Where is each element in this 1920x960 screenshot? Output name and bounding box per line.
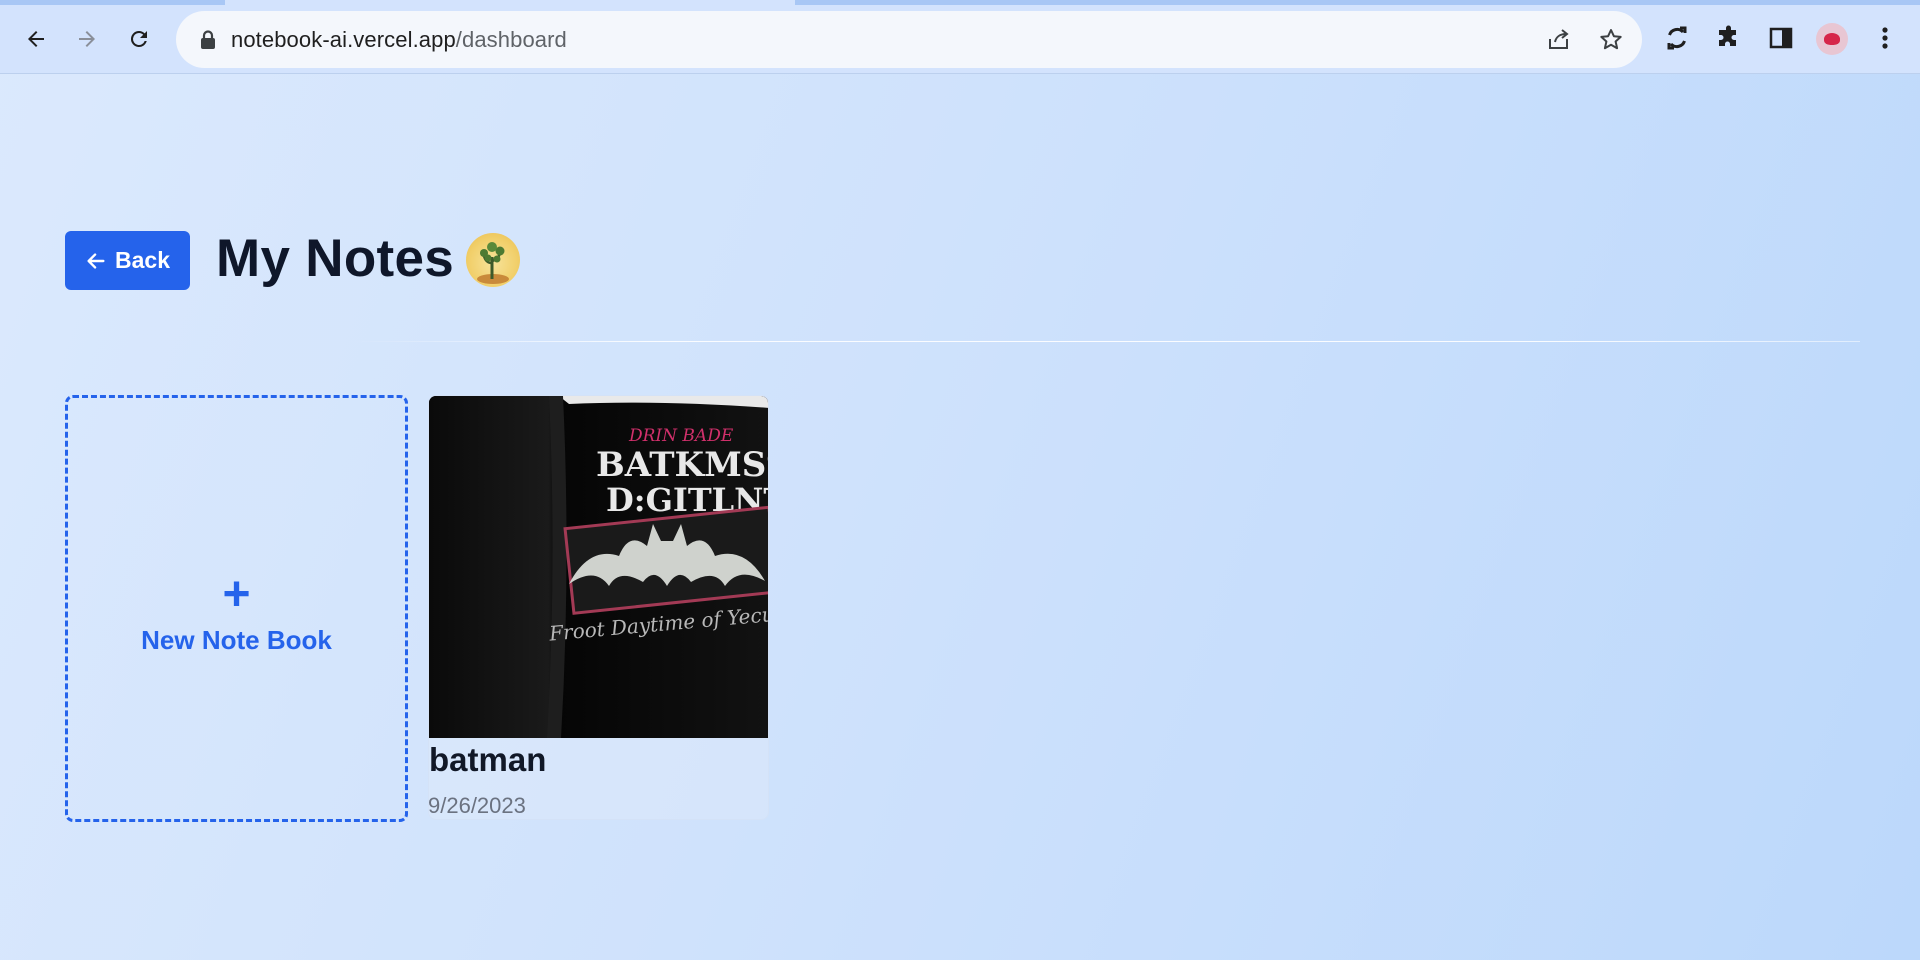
- header-divider: [350, 341, 1860, 342]
- extensions-icon[interactable]: [1714, 23, 1744, 53]
- back-button[interactable]: Back: [65, 231, 190, 290]
- browser-toolbar: notebook-ai.vercel.app/dashboard: [0, 0, 1920, 74]
- user-avatar[interactable]: [466, 233, 520, 287]
- share-icon[interactable]: [1546, 27, 1572, 53]
- cactus-avatar-icon: [477, 242, 509, 284]
- thumbnail-line-1: DRIN BADE: [628, 426, 734, 446]
- note-date: 9/26/2023: [428, 793, 526, 818]
- profile-bird-icon: [1824, 33, 1840, 45]
- back-arrow-icon[interactable]: [16, 19, 56, 59]
- url-path: /dashboard: [455, 27, 567, 52]
- reload-icon[interactable]: [119, 19, 159, 59]
- note-thumbnail[interactable]: DRIN BADE BATKMSS D:GITLNT Froot Daytime…: [429, 396, 769, 738]
- address-bar[interactable]: notebook-ai.vercel.app/dashboard: [176, 11, 1642, 68]
- note-card[interactable]: DRIN BADE BATKMSS D:GITLNT Froot Daytime…: [428, 395, 769, 820]
- thumbnail-line-2: BATKMSS: [596, 445, 769, 485]
- plus-icon: +: [222, 568, 251, 621]
- side-panel-icon[interactable]: [1766, 23, 1796, 53]
- active-tab[interactable]: [225, 0, 795, 5]
- page-title: My Notes: [216, 229, 455, 288]
- new-notebook-label: New Note Book: [141, 625, 332, 655]
- lock-icon[interactable]: [198, 29, 218, 51]
- note-title[interactable]: batman: [429, 741, 546, 779]
- star-icon[interactable]: [1598, 27, 1624, 53]
- arrow-left-icon: [87, 252, 105, 269]
- more-menu-icon[interactable]: [1870, 23, 1900, 53]
- sync-icon[interactable]: [1662, 23, 1692, 53]
- forward-arrow-icon[interactable]: [67, 19, 107, 59]
- profile-avatar[interactable]: [1816, 23, 1848, 55]
- new-notebook-card[interactable]: + New Note Book: [65, 395, 408, 822]
- url-text[interactable]: notebook-ai.vercel.app/dashboard: [231, 27, 567, 53]
- url-host: notebook-ai.vercel.app: [231, 27, 456, 52]
- back-button-label: Back: [115, 247, 170, 273]
